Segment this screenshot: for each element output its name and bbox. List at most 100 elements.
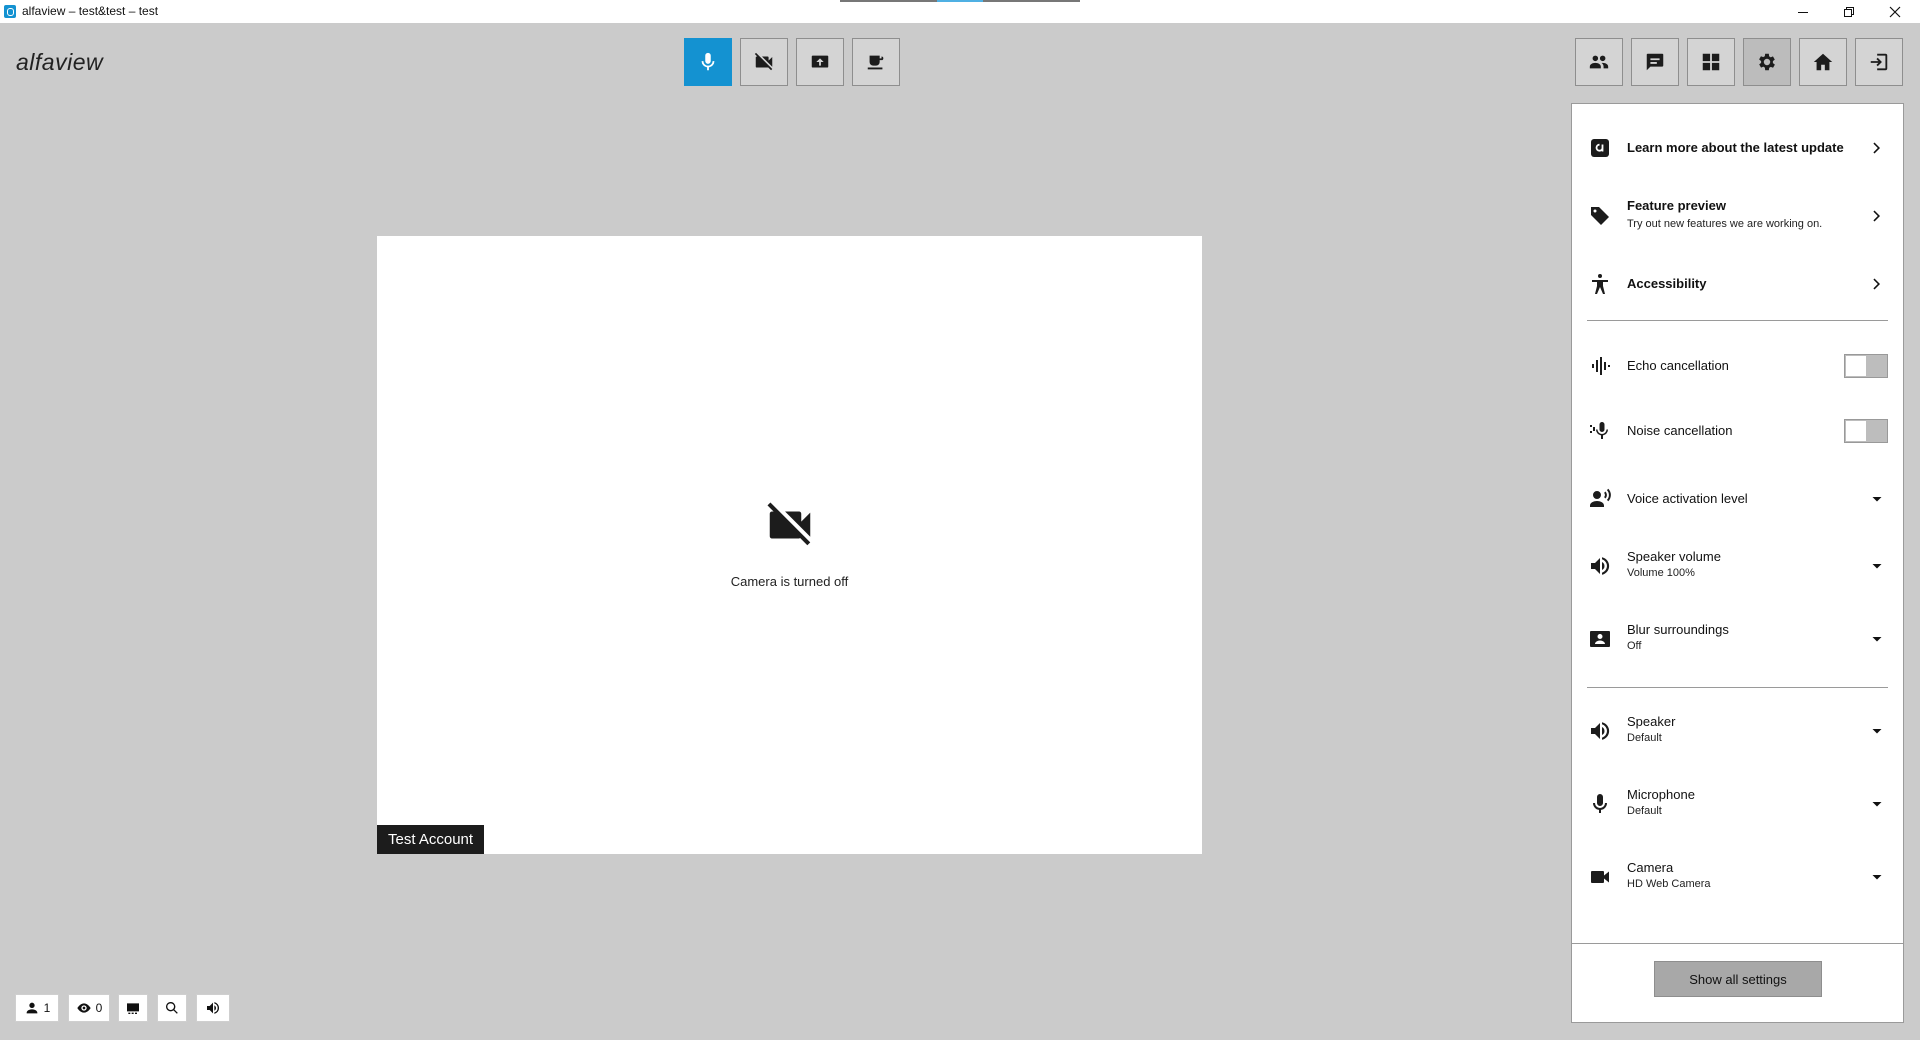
accessibility-icon <box>1588 272 1612 296</box>
settings-item-label: Learn more about the latest update <box>1627 140 1844 155</box>
screen-share-icon <box>811 55 829 68</box>
echo-cancellation-toggle[interactable] <box>1844 354 1888 378</box>
settings-item-speaker-volume[interactable]: Speaker volume Volume 100% <box>1572 544 1903 588</box>
settings-item-label: Speaker volume <box>1627 549 1721 564</box>
participant-name-tag: Test Account <box>377 825 485 854</box>
speaker-icon <box>207 1002 220 1014</box>
person-icon <box>26 1002 37 1014</box>
title-bar: alfaview – test&test – test <box>0 0 1920 23</box>
alfaview-icon <box>1588 136 1612 160</box>
settings-item-echo-cancellation[interactable]: Echo cancellation <box>1572 346 1903 386</box>
chevron-down-icon <box>1870 797 1884 811</box>
break-button[interactable] <box>852 38 900 86</box>
app-icon <box>4 5 16 18</box>
subtitles-icon <box>127 1003 139 1014</box>
app-logo: alfaview <box>16 49 104 75</box>
settings-item-latest-update[interactable]: Learn more about the latest update <box>1572 128 1903 168</box>
noise-mic-icon <box>1588 419 1612 443</box>
speaker-icon <box>1588 719 1612 743</box>
camera-off-label: Camera is turned off <box>730 574 849 589</box>
settings-item-label: Blur surroundings <box>1627 622 1729 637</box>
chevron-down-icon <box>1870 632 1884 646</box>
viewers-count: 0 <box>95 1001 103 1015</box>
window-title: alfaview – test&test – test <box>22 4 159 18</box>
video-tile[interactable]: Camera is turned off <box>377 236 1202 854</box>
settings-item-microphone[interactable]: Microphone Default <box>1572 782 1903 826</box>
settings-item-blur-surroundings[interactable]: Blur surroundings Off <box>1572 617 1903 661</box>
audio-button[interactable] <box>196 994 230 1022</box>
divider <box>1587 320 1888 321</box>
leave-button[interactable] <box>1855 38 1903 86</box>
participants-count: 1 <box>43 1001 51 1015</box>
settings-item-voice-activation-level[interactable]: Voice activation level <box>1572 479 1903 519</box>
settings-item-label: Speaker <box>1627 714 1676 729</box>
minimize-button[interactable] <box>1780 0 1826 23</box>
noise-cancellation-toggle[interactable] <box>1844 419 1888 443</box>
camera-icon <box>1588 865 1612 889</box>
title-progress-indicator <box>840 0 1080 2</box>
viewers-count-button[interactable]: 0 <box>68 994 110 1022</box>
chat-button[interactable] <box>1631 38 1679 86</box>
settings-item-label: Accessibility <box>1627 276 1707 291</box>
eye-icon <box>76 1003 91 1013</box>
blur-person-icon <box>1588 627 1612 651</box>
settings-item-sublabel: Default <box>1627 732 1662 744</box>
settings-item-sublabel: Default <box>1627 805 1662 817</box>
microphone-icon <box>701 52 715 71</box>
settings-item-label: Camera <box>1627 860 1674 875</box>
home-button[interactable] <box>1799 38 1847 86</box>
chevron-right-icon <box>1870 141 1884 155</box>
settings-item-label: Noise cancellation <box>1627 423 1733 438</box>
chevron-down-icon <box>1870 492 1884 506</box>
coffee-icon <box>867 55 884 70</box>
show-all-settings-button[interactable]: Show all settings <box>1654 961 1822 997</box>
restore-button[interactable] <box>1826 0 1872 23</box>
divider <box>1587 687 1888 688</box>
settings-item-label: Microphone <box>1627 787 1695 802</box>
settings-item-sublabel: Try out new features we are working on. <box>1627 218 1823 230</box>
settings-item-label: Feature preview <box>1627 198 1726 213</box>
search-icon <box>166 1002 178 1014</box>
close-button[interactable] <box>1872 0 1918 23</box>
exit-icon <box>1870 53 1888 71</box>
search-button[interactable] <box>157 994 187 1022</box>
voice-level-icon <box>1588 487 1612 511</box>
settings-item-sublabel: HD Web Camera <box>1627 878 1711 890</box>
microphone-button[interactable] <box>684 38 732 86</box>
settings-item-label: Echo cancellation <box>1627 358 1729 373</box>
grid-icon <box>1702 53 1720 71</box>
home-icon <box>1813 53 1833 71</box>
chevron-right-icon <box>1870 277 1884 291</box>
chevron-down-icon <box>1870 870 1884 884</box>
settings-button[interactable] <box>1743 38 1791 86</box>
minimize-icon <box>1798 11 1808 13</box>
chevron-right-icon <box>1870 209 1884 223</box>
participants-button[interactable] <box>1575 38 1623 86</box>
settings-item-label: Voice activation level <box>1627 491 1748 506</box>
camera-toggle-button[interactable] <box>740 38 788 86</box>
layout-button[interactable] <box>1687 38 1735 86</box>
settings-item-sublabel: Volume 100% <box>1627 567 1695 579</box>
people-icon <box>1589 55 1609 69</box>
subtitles-button[interactable] <box>118 994 148 1022</box>
divider <box>1572 943 1903 944</box>
chat-icon <box>1646 53 1664 71</box>
participants-count-button[interactable]: 1 <box>15 994 59 1022</box>
camera-off-icon <box>754 52 773 71</box>
chevron-down-icon <box>1870 724 1884 738</box>
screen-share-button[interactable] <box>796 38 844 86</box>
settings-item-noise-cancellation[interactable]: Noise cancellation <box>1572 411 1903 451</box>
chevron-down-icon <box>1870 559 1884 573</box>
gear-icon <box>1759 53 1775 71</box>
speaker-icon <box>1588 554 1612 578</box>
restore-icon <box>1844 6 1854 17</box>
settings-item-speaker[interactable]: Speaker Default <box>1572 709 1903 753</box>
settings-panel: Learn more about the latest update Featu… <box>1571 103 1904 1023</box>
settings-item-feature-preview[interactable]: Feature preview Try out new features we … <box>1572 192 1903 240</box>
tag-icon <box>1588 204 1612 228</box>
settings-item-sublabel: Off <box>1627 640 1642 652</box>
echo-icon <box>1588 354 1612 378</box>
settings-item-camera[interactable]: Camera HD Web Camera <box>1572 855 1903 899</box>
microphone-icon <box>1588 792 1612 816</box>
settings-item-accessibility[interactable]: Accessibility <box>1572 264 1903 304</box>
